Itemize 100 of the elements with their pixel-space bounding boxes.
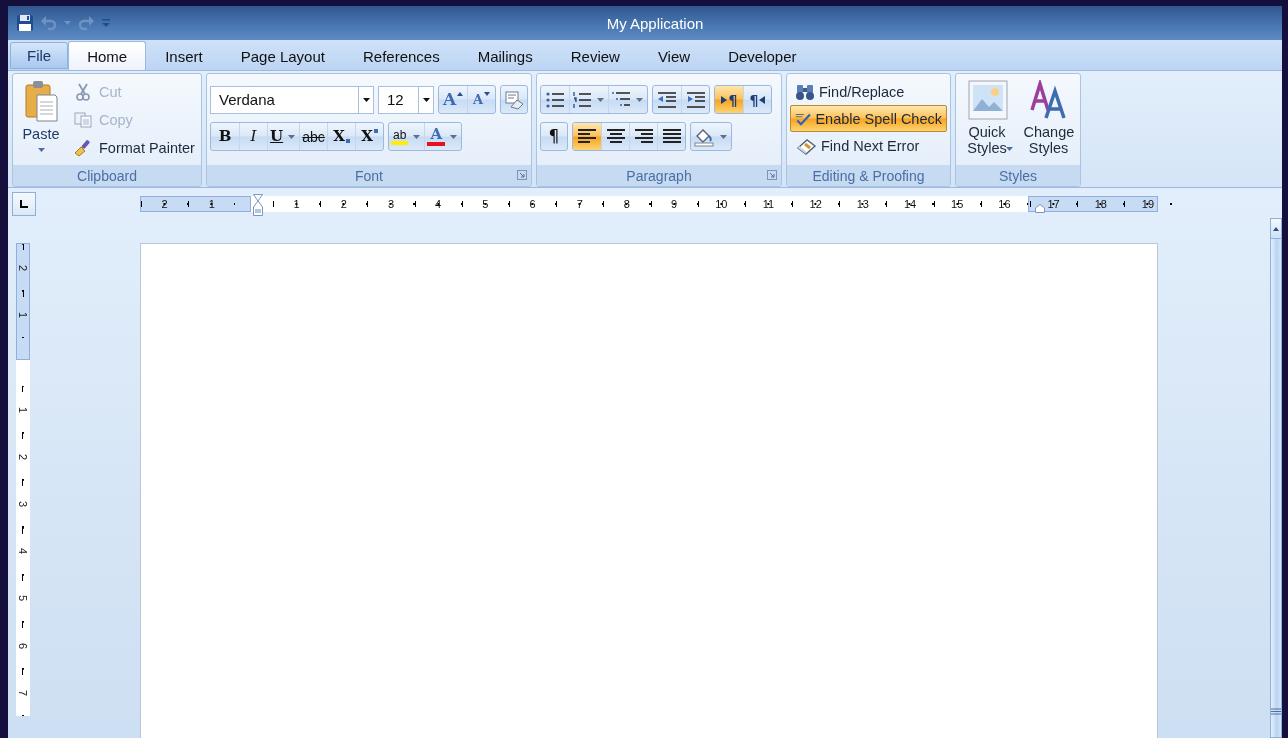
indent-icon	[685, 90, 706, 109]
group-label: Editing & Proofing	[812, 167, 925, 184]
triangle-icon	[759, 95, 766, 104]
dialog-launcher-button[interactable]	[517, 170, 527, 180]
caret-icon	[362, 97, 370, 102]
ruler-number: 7	[17, 689, 29, 696]
ruler-number: 19	[1124, 197, 1172, 211]
ruler-number: 3	[17, 500, 29, 508]
file-menu-button[interactable]: File	[10, 42, 69, 69]
find-button[interactable]: Find/Replace	[790, 78, 947, 105]
ruler-number: 2	[17, 453, 29, 460]
ruler-number: 13	[839, 197, 887, 211]
ruler-number: 18	[1077, 197, 1125, 211]
ruler-number: 11	[744, 197, 793, 211]
superscript-button[interactable]: X	[355, 123, 384, 150]
spell-check-button[interactable]: Enable Spell Check	[790, 105, 947, 132]
bold-button[interactable]: B	[211, 123, 239, 150]
multilevel-list-icon	[611, 90, 631, 109]
align-center-icon	[605, 127, 626, 146]
dialog-launcher-button[interactable]	[767, 170, 777, 180]
quick-styles-button[interactable]: Quick Styles	[960, 80, 1015, 165]
binoculars-icon	[795, 82, 815, 101]
scroll-up-button[interactable]	[1271, 219, 1281, 239]
ruler-number: 3	[367, 197, 415, 211]
vertical-scrollbar[interactable]	[1270, 218, 1282, 738]
left-to-right-button[interactable]: ¶	[715, 86, 743, 113]
redo-icon	[77, 15, 95, 31]
strikethrough-button[interactable]: abc	[299, 123, 328, 150]
clear-format-button[interactable]	[500, 85, 528, 114]
ribbon-tab[interactable]: Developer	[709, 41, 816, 70]
ribbon-tab[interactable]: View	[638, 41, 710, 70]
ruler-number: 7	[556, 197, 604, 211]
underline-button[interactable]: U	[267, 123, 300, 150]
copy-icon	[73, 112, 93, 128]
ribbon-tab[interactable]: Page Layout	[221, 41, 344, 70]
grip-icon	[1271, 708, 1281, 715]
change-styles-button[interactable]: Change Styles	[1021, 80, 1076, 165]
font-size-dropdown-button[interactable]	[418, 85, 434, 114]
save-button[interactable]	[16, 12, 34, 34]
ruler-number: 1	[17, 311, 29, 318]
ruler-number: 5	[17, 595, 29, 602]
indent-marker[interactable]	[1035, 204, 1045, 213]
triangle-icon	[1273, 226, 1279, 231]
group-label: Font	[355, 167, 383, 184]
ribbon-tab[interactable]: Review	[551, 41, 639, 70]
font-color-button[interactable]: A	[424, 123, 462, 150]
align-right-icon	[633, 127, 654, 146]
numbered-list-icon	[572, 90, 592, 109]
ruler-number: 1	[188, 197, 236, 211]
undo-icon	[40, 15, 58, 31]
ruler-number: 6	[508, 197, 557, 211]
font-name-field[interactable]: Verdana	[210, 85, 358, 114]
indent-marker[interactable]	[253, 194, 263, 216]
font-size-field[interactable]: 12	[378, 85, 418, 114]
ruler-number: 1	[17, 406, 29, 413]
ribbon-tab[interactable]: Home	[68, 41, 147, 70]
ruler-number: 15	[933, 197, 981, 211]
eraser-icon	[795, 136, 817, 155]
shrink-font-button[interactable]: A	[467, 86, 495, 113]
dialog-launcher-icon	[517, 170, 527, 180]
italic-button[interactable]: I	[239, 123, 267, 150]
paste-button[interactable]: Paste	[13, 74, 69, 165]
right-to-left-button[interactable]: ¶	[743, 86, 771, 113]
ribbon-tab[interactable]: Insert	[146, 41, 222, 70]
font-dropdown-button[interactable]	[358, 85, 374, 114]
align-left-button[interactable]	[573, 123, 601, 150]
format-painter-button[interactable]: Format Painter	[69, 134, 199, 162]
find-next-button[interactable]: Find Next Error	[790, 132, 947, 159]
ruler-number: 4	[414, 197, 462, 211]
caret-icon	[422, 97, 430, 102]
subscript-button[interactable]: X	[327, 123, 356, 150]
window-title: My Application	[605, 14, 705, 32]
ribbon-tab[interactable]: References	[343, 41, 459, 70]
triangle-icon	[720, 95, 727, 104]
scissors-icon	[73, 83, 93, 101]
shading-button[interactable]	[690, 122, 732, 151]
ruler-number: 5	[461, 197, 509, 211]
ruler-number: 8	[603, 197, 651, 211]
dialog-launcher-icon	[767, 170, 777, 180]
customize-icon	[101, 17, 111, 29]
ruler-number: 17	[1030, 197, 1078, 211]
highlight-button[interactable]: ab	[389, 123, 425, 150]
justify-icon	[661, 127, 682, 146]
outdent-icon	[657, 90, 677, 109]
ruler-number: 12	[792, 197, 840, 211]
save-icon	[16, 14, 34, 32]
group-label: Paragraph	[626, 167, 692, 184]
group-label: Clipboard	[77, 167, 137, 184]
ruler-number: 6	[17, 642, 29, 649]
tab-stop-selector-button[interactable]	[12, 192, 36, 216]
ribbon-tab[interactable]: Mailings	[458, 41, 552, 70]
ruler-number: 9	[650, 197, 698, 211]
grow-font-button[interactable]: A	[439, 86, 467, 113]
align-left-icon	[577, 127, 597, 146]
tab-stop-icon	[20, 200, 28, 208]
clipboard-icon	[24, 80, 58, 122]
ruler-number: 14	[886, 197, 934, 211]
triangle-icon	[484, 92, 491, 96]
pilcrow-button[interactable]: ¶	[540, 122, 568, 151]
ruler-number: 1	[273, 197, 321, 211]
